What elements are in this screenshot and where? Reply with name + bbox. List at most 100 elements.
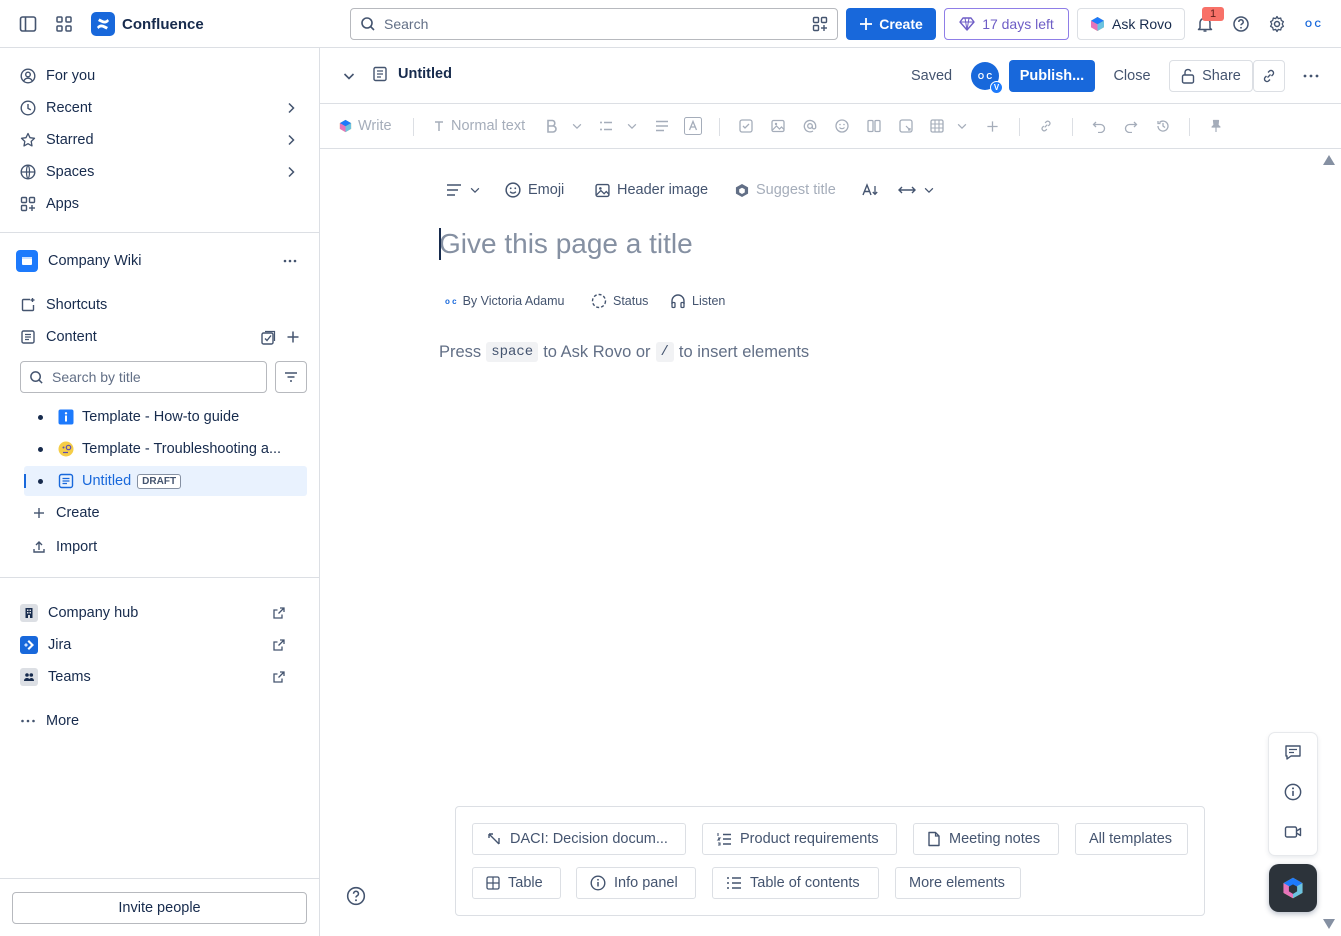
listen-button[interactable]: Listen [670, 292, 725, 310]
global-search[interactable] [350, 8, 838, 40]
app-switcher-icon[interactable] [52, 12, 76, 36]
close-button[interactable]: Close [1105, 60, 1159, 92]
create-button-label: Create [879, 16, 923, 32]
mention-icon[interactable] [803, 116, 817, 136]
chevron-right-icon[interactable] [284, 101, 298, 115]
chevron-down-icon[interactable] [571, 116, 583, 136]
suggest-title-button[interactable]: Suggest title [735, 180, 836, 200]
video-recording-icon[interactable] [1281, 820, 1305, 844]
confluence-logo[interactable]: Confluence [91, 12, 204, 36]
chevron-down-icon[interactable] [956, 116, 968, 136]
template-daci-button[interactable]: DACI: Decision docum... [472, 823, 686, 855]
insert-plus-icon[interactable] [986, 116, 999, 136]
sidebar-item-apps[interactable]: Apps [12, 188, 308, 220]
space-header[interactable]: Company Wiki [8, 245, 304, 277]
avatar-initials: O C [977, 71, 993, 81]
tree-item-troubleshooting[interactable]: Template - Troubleshooting a... [24, 434, 307, 464]
space-key-hint: space [486, 342, 539, 362]
sidebar-item-shortcuts[interactable]: Shortcuts [12, 289, 308, 321]
sidebar-item-content[interactable]: Content [12, 321, 308, 353]
sidebar-item-spaces[interactable]: Spaces [12, 156, 308, 188]
rovo-chat-button[interactable] [1269, 864, 1317, 912]
more-actions-button[interactable] [1295, 60, 1327, 92]
all-templates-button[interactable]: All templates [1075, 823, 1188, 855]
comments-icon[interactable] [1281, 740, 1305, 764]
sidebar-app-jira[interactable]: Jira [12, 629, 308, 661]
header-image-button[interactable]: Header image [595, 180, 708, 200]
table-icon[interactable] [930, 116, 944, 136]
link-icon[interactable] [1039, 116, 1053, 136]
page-details-info-icon[interactable] [1281, 780, 1305, 804]
page-title-input[interactable]: Give this page a title [439, 226, 1139, 262]
sidebar-app-company-hub[interactable]: Company hub [12, 597, 308, 629]
chevron-down-icon[interactable] [626, 116, 638, 136]
chevron-right-icon[interactable] [284, 165, 298, 179]
text-style-dropdown[interactable]: Normal text [433, 116, 525, 136]
title-search-box[interactable] [20, 361, 267, 393]
share-button[interactable]: Share [1169, 60, 1253, 92]
text-color-icon[interactable] [684, 116, 702, 136]
undo-icon[interactable] [1092, 116, 1106, 136]
tree-item-how-to-guide[interactable]: Template - How-to guide [24, 402, 307, 432]
page-breadcrumb-title[interactable]: Untitled [372, 66, 452, 82]
add-emoji-button[interactable]: Emoji [505, 180, 564, 200]
insert-info-panel-button[interactable]: Info panel [576, 867, 696, 899]
content-checklist-icon[interactable] [260, 330, 276, 346]
search-filters-icon[interactable] [812, 16, 828, 32]
emoji-icon[interactable] [835, 116, 849, 136]
bold-icon[interactable] [546, 116, 558, 136]
tree-item-untitled[interactable]: Untitled DRAFT [24, 466, 307, 496]
publish-button[interactable]: Publish... [1009, 60, 1095, 92]
more-options-icon[interactable] [282, 253, 298, 269]
insert-table-button[interactable]: Table [472, 867, 561, 899]
insert-toc-button[interactable]: Table of contents [712, 867, 879, 899]
right-utility-rail [1269, 733, 1317, 855]
ask-rovo-button[interactable]: Ask Rovo [1077, 8, 1185, 40]
rovo-icon [735, 183, 749, 198]
editor-placeholder[interactable]: Press space to Ask Rovo or / to insert e… [439, 342, 809, 362]
chevron-right-icon[interactable] [284, 133, 298, 147]
title-search-input[interactable] [52, 369, 266, 385]
scroll-up-arrow-icon[interactable] [1322, 154, 1336, 166]
align-icon[interactable] [655, 116, 669, 136]
author-byline[interactable]: o c By Victoria Adamu [445, 292, 564, 310]
page-width-button[interactable] [898, 180, 935, 200]
search-input[interactable] [384, 16, 837, 32]
chevron-down-icon[interactable] [342, 69, 356, 83]
sidebar-item-for-you[interactable]: For you [12, 60, 308, 92]
more-elements-button[interactable]: More elements [895, 867, 1021, 899]
font-size-button[interactable] [862, 180, 879, 200]
help-icon[interactable] [1229, 12, 1253, 36]
create-button[interactable]: Create [846, 8, 936, 40]
sidebar-toggle-icon[interactable] [16, 12, 40, 36]
template-meeting-notes-button[interactable]: Meeting notes [913, 823, 1059, 855]
pin-icon[interactable] [1209, 116, 1223, 136]
redo-icon[interactable] [1124, 116, 1138, 136]
whiteboard-icon[interactable] [899, 116, 913, 136]
filter-button[interactable] [275, 361, 307, 393]
bullet-list-icon[interactable] [599, 116, 613, 136]
layout-icon[interactable] [867, 116, 881, 136]
width-alignment-menu[interactable] [446, 180, 481, 200]
sidebar-more[interactable]: More [12, 705, 308, 737]
settings-gear-icon[interactable] [1265, 12, 1289, 36]
trial-button[interactable]: 17 days left [944, 8, 1069, 40]
sidebar-item-starred[interactable]: Starred [12, 124, 308, 156]
collaborator-avatar[interactable]: O C V [971, 62, 1003, 94]
sidebar-item-recent[interactable]: Recent [12, 92, 308, 124]
image-icon[interactable] [771, 116, 785, 136]
sidebar-app-teams[interactable]: Teams [12, 661, 308, 693]
sidebar-create-button[interactable]: Create [24, 497, 320, 529]
add-content-icon[interactable] [286, 330, 300, 344]
write-button[interactable]: Write [339, 116, 392, 136]
template-product-requirements-button[interactable]: Product requirements [702, 823, 897, 855]
action-item-icon[interactable] [739, 116, 753, 136]
status-button[interactable]: Status [591, 292, 648, 310]
help-question-icon[interactable] [346, 886, 366, 906]
user-avatar[interactable]: O C [1300, 12, 1326, 36]
scroll-down-arrow-icon[interactable] [1322, 918, 1336, 930]
copy-link-button[interactable] [1253, 60, 1285, 92]
history-icon[interactable] [1156, 116, 1170, 136]
sidebar-import-button[interactable]: Import [24, 531, 320, 563]
invite-people-button[interactable]: Invite people [12, 892, 307, 924]
